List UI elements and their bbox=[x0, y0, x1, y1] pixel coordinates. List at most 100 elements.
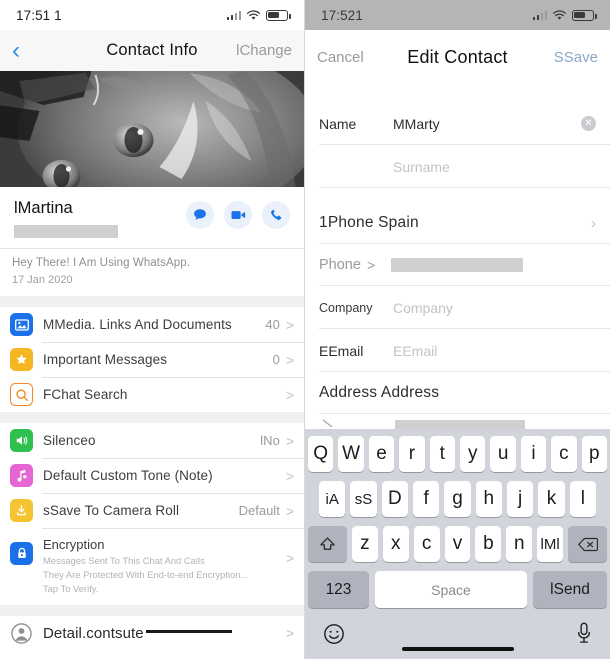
key-d[interactable]: D bbox=[381, 481, 408, 517]
row-silence[interactable]: Silenceo lNo > bbox=[0, 423, 304, 458]
row-media-links-documents[interactable]: MMedia. Links And Documents 40 > bbox=[0, 307, 304, 342]
message-action-button[interactable] bbox=[186, 201, 214, 229]
row-value: 40 bbox=[265, 317, 280, 332]
back-chevron-icon[interactable]: ‹ bbox=[12, 38, 20, 63]
contact-photo-cat bbox=[0, 71, 304, 187]
change-button[interactable]: lChange bbox=[236, 42, 292, 59]
key-p[interactable]: p bbox=[581, 436, 608, 472]
key-y[interactable]: y bbox=[460, 436, 486, 472]
keyboard-row-3: z x c v b n lMl bbox=[305, 526, 610, 562]
encryption-sub-1: Messages Sent To This Chat And Calls bbox=[43, 555, 205, 566]
settings-group-media: MMedia. Links And Documents 40 > Importa… bbox=[0, 307, 304, 412]
phone-field-arrow: > bbox=[366, 257, 376, 273]
row-label: Default Custom Tone (Note) bbox=[43, 468, 213, 483]
clear-circle-icon[interactable]: ✕ bbox=[581, 116, 596, 131]
key-z[interactable]: z bbox=[352, 526, 378, 562]
home-indicator[interactable] bbox=[401, 647, 514, 651]
key-x[interactable]: x bbox=[382, 526, 409, 562]
numbers-key[interactable]: 123 bbox=[308, 571, 369, 608]
status-time: 17:521 bbox=[321, 7, 363, 23]
status-time: 17:51 1 bbox=[16, 7, 62, 23]
key-n[interactable]: n bbox=[506, 526, 533, 562]
backspace-delete-icon[interactable] bbox=[568, 526, 608, 562]
microphone-icon[interactable] bbox=[576, 622, 592, 650]
row-detail-contact[interactable]: Detail.contsute > bbox=[0, 615, 304, 651]
phone-country-row[interactable]: 1Phone Spain › bbox=[305, 202, 610, 244]
contact-actions bbox=[186, 201, 290, 229]
email-field-label: EEmail bbox=[319, 342, 364, 359]
key-u[interactable]: u bbox=[490, 436, 516, 472]
row-custom-tone[interactable]: Default Custom Tone (Note) > bbox=[0, 458, 304, 493]
key-r[interactable]: r bbox=[399, 436, 425, 472]
name-field-row[interactable]: Name MMarty ✕ bbox=[305, 102, 610, 145]
key-b[interactable]: b bbox=[475, 526, 502, 562]
key-a[interactable]: iA bbox=[319, 481, 346, 517]
row-save-to-camera-roll[interactable]: sSave To Camera Roll Default > bbox=[0, 493, 304, 528]
redaction-strike bbox=[145, 630, 232, 634]
about-section[interactable]: Hey There! I Am Using WhatsApp. 17 Jan 2… bbox=[0, 249, 304, 296]
encryption-sub-2: They Are Protected With End-to-end Encry… bbox=[43, 568, 249, 580]
smiley-emoji-icon[interactable] bbox=[323, 623, 345, 650]
name-field-value[interactable]: MMarty bbox=[393, 116, 581, 132]
key-v[interactable]: v bbox=[444, 526, 471, 562]
chevron-right-icon: > bbox=[285, 432, 294, 449]
shift-up-arrow-icon[interactable] bbox=[308, 526, 347, 562]
surname-field-row[interactable]: Surname bbox=[305, 145, 610, 188]
key-j[interactable]: j bbox=[506, 481, 534, 517]
company-field-row[interactable]: Company Company bbox=[305, 286, 610, 329]
row-label: sSave To Camera Roll bbox=[43, 503, 180, 518]
email-field-placeholder[interactable]: EEmail bbox=[393, 343, 596, 359]
wifi-icon bbox=[246, 9, 261, 20]
chevron-right-icon: > bbox=[285, 351, 294, 368]
save-button[interactable]: SSave bbox=[554, 49, 598, 66]
phone-field-row[interactable]: Phone > bbox=[305, 244, 610, 286]
phone-country-label: 1Phone Spain bbox=[319, 214, 419, 231]
space-key[interactable]: Space bbox=[375, 571, 527, 608]
row-label: FChat Search bbox=[43, 387, 128, 402]
section-gap bbox=[0, 604, 304, 616]
key-w[interactable]: W bbox=[338, 436, 364, 472]
detail-label-text: Detail.contsute bbox=[43, 624, 144, 642]
chevron-right-icon: > bbox=[285, 467, 294, 484]
about-date: 17 Jan 2020 bbox=[12, 274, 73, 286]
key-k[interactable]: k bbox=[538, 481, 565, 517]
row-important-messages[interactable]: Important Messages 0 > bbox=[0, 342, 304, 377]
key-l[interactable]: l bbox=[569, 481, 596, 517]
surname-field-placeholder[interactable]: Surname bbox=[393, 159, 596, 175]
media-photo-icon bbox=[10, 313, 33, 336]
edit-contact-screen: 17:521 Cancel Edit Contact SSave Name MM… bbox=[305, 0, 610, 659]
encryption-sub-3: Tap To Verify. bbox=[43, 582, 99, 594]
key-m[interactable]: lMl bbox=[537, 526, 564, 562]
key-o[interactable]: c bbox=[551, 436, 577, 472]
email-field-row[interactable]: EEmail EEmail bbox=[305, 329, 610, 372]
row-label: Silenceo bbox=[43, 433, 96, 448]
address-row[interactable]: Address Address bbox=[305, 372, 610, 414]
cancel-button[interactable]: Cancel bbox=[317, 49, 364, 66]
key-e[interactable]: e bbox=[368, 436, 395, 472]
send-key[interactable]: lSend bbox=[533, 571, 607, 608]
contact-photo[interactable] bbox=[0, 71, 304, 187]
music-note-icon bbox=[10, 464, 33, 487]
key-q[interactable]: Q bbox=[307, 436, 334, 472]
wifi-icon bbox=[552, 9, 567, 20]
battery-icon bbox=[572, 9, 597, 21]
contact-header: lMartina bbox=[0, 187, 304, 248]
keyboard-row-1: Q W e r t y u i c p bbox=[305, 436, 610, 472]
row-chat-search[interactable]: FChat Search > bbox=[0, 377, 304, 412]
keyboard-row-4: 123 Space lSend bbox=[305, 571, 610, 608]
voice-call-action-button[interactable] bbox=[262, 201, 290, 229]
row-encryption[interactable]: Encryption Messages Sent To This Chat An… bbox=[0, 528, 304, 605]
key-t[interactable]: t bbox=[429, 436, 455, 472]
screenshot-root: 17:51 1 ‹ Contact Info lChange lMartina … bbox=[0, 0, 610, 659]
key-c[interactable]: c bbox=[413, 526, 440, 562]
key-f[interactable]: f bbox=[413, 481, 440, 517]
company-field-placeholder[interactable]: Company bbox=[393, 300, 596, 316]
row-label: Detail.contsute bbox=[43, 625, 286, 642]
key-h[interactable]: h bbox=[475, 481, 502, 517]
key-s[interactable]: sS bbox=[350, 481, 377, 517]
section-gap bbox=[0, 296, 304, 307]
video-call-action-button[interactable] bbox=[224, 201, 252, 229]
key-g[interactable]: g bbox=[444, 481, 471, 517]
company-field-label: Company bbox=[319, 300, 373, 315]
key-i[interactable]: i bbox=[520, 436, 547, 472]
